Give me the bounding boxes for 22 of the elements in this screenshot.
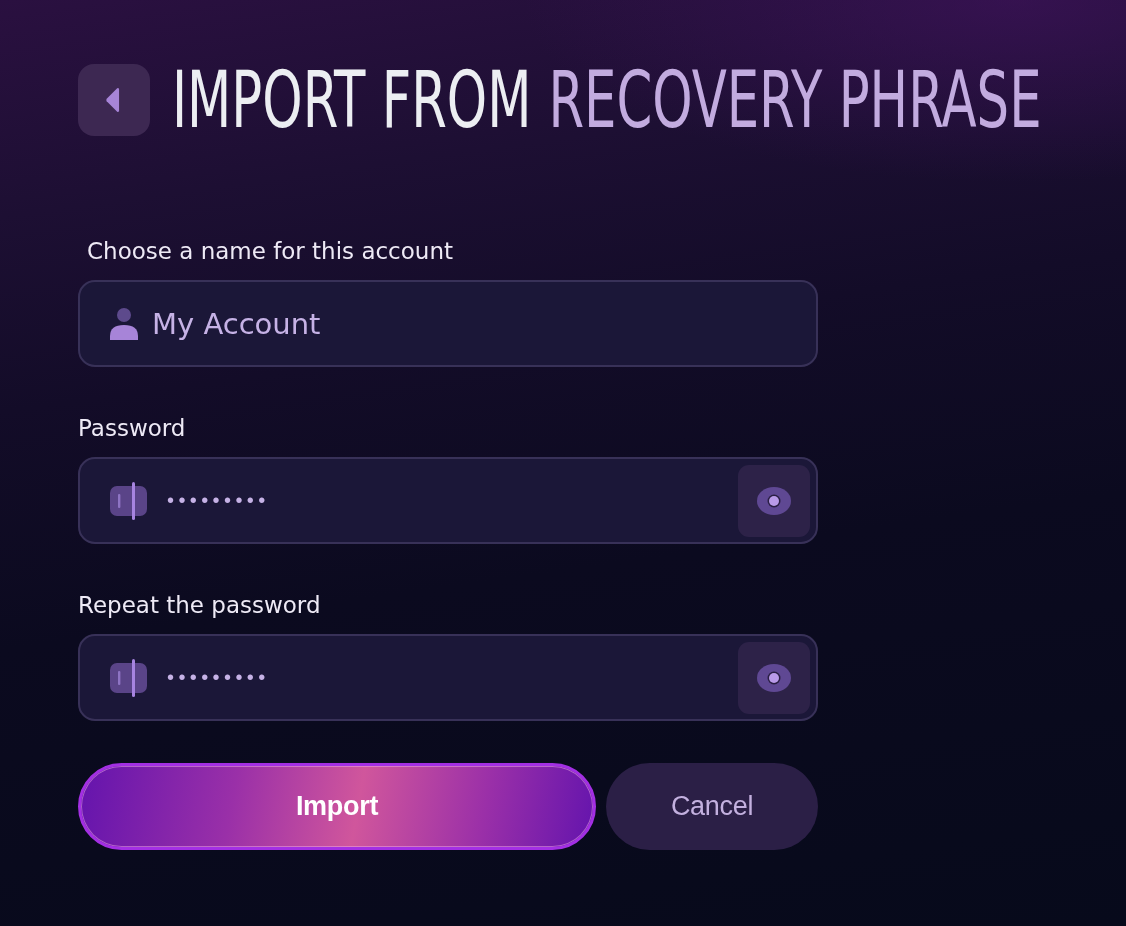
field-label: Password (78, 414, 187, 443)
password-value: ••••••••• (167, 489, 271, 512)
eye-icon (757, 663, 791, 692)
text-cursor-icon (110, 658, 147, 697)
text-cursor-icon (110, 481, 147, 520)
eye-icon (757, 486, 791, 515)
show-password-button[interactable] (738, 464, 810, 537)
import-button[interactable]: Import (78, 763, 596, 850)
field-value: My Account (152, 306, 322, 341)
field-label: Choose a name for this account (86, 237, 454, 266)
page-title: IMPORT FROM (172, 60, 532, 140)
password-value: ••••••••• (167, 666, 271, 689)
password-field[interactable]: ••••••••• (78, 457, 818, 544)
password-field[interactable]: ••••••••• (78, 634, 818, 721)
back-button[interactable] (78, 64, 150, 136)
account-name-field[interactable]: My Account (78, 280, 818, 367)
field-label: Repeat the password (78, 591, 322, 620)
page-title-accent: RECOVERY PHRASE (548, 60, 1042, 140)
cancel-button[interactable]: Cancel (606, 763, 818, 850)
show-password-button[interactable] (738, 641, 810, 714)
left-triangle-icon (104, 86, 120, 114)
person-icon (110, 307, 138, 340)
